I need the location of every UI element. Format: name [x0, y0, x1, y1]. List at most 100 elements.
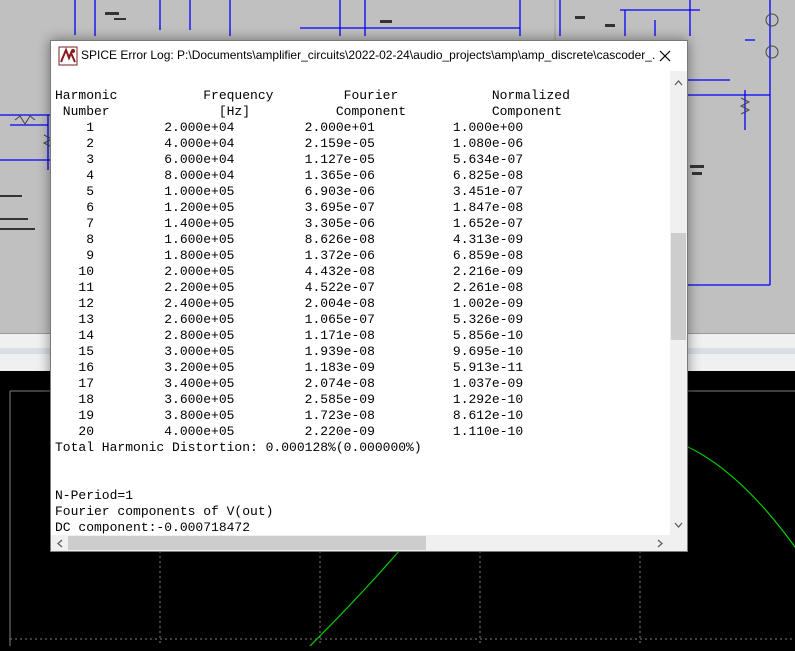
table-row: 15 3.000e+05 1.939e-08 9.695e-10 [55, 344, 523, 359]
vertical-scrollbar[interactable] [670, 71, 687, 536]
fourier-component-cell: 4.522e-07 [234, 280, 375, 295]
frequency-cell: 2.400e+05 [94, 296, 235, 311]
fourier-component-cell: 2.220e-09 [234, 424, 375, 439]
harmonic-number-cell: 13 [55, 312, 95, 327]
log-content[interactable]: Harmonic Frequency Fourier Normalized Nu… [52, 71, 669, 536]
normalized-component-cell: 1.037e-09 [374, 376, 524, 391]
log-text: Harmonic Frequency Fourier Normalized Nu… [52, 71, 669, 536]
normalized-component-cell: 8.612e-10 [374, 408, 524, 423]
harmonic-number-cell: 16 [55, 360, 95, 375]
fourier-component-cell: 3.695e-07 [234, 200, 375, 215]
spice-error-log-dialog: SPICE Error Log: P:\Documents\amplifier_… [50, 40, 688, 552]
normalized-component-cell: 1.292e-10 [374, 392, 524, 407]
frequency-cell: 1.000e+05 [94, 184, 235, 199]
frequency-cell: 1.400e+05 [94, 216, 235, 231]
horizontal-scrollbar[interactable] [51, 535, 670, 551]
harmonic-number-cell: 11 [55, 280, 95, 295]
harmonic-number-cell: 6 [55, 200, 95, 215]
normalized-component-cell: 1.080e-06 [374, 136, 524, 151]
horizontal-scroll-thumb[interactable] [68, 536, 426, 550]
scroll-right-icon[interactable] [651, 535, 668, 551]
table-row: 14 2.800e+05 1.171e-08 5.856e-10 [55, 328, 523, 343]
normalized-component-cell: 1.000e+00 [374, 120, 524, 135]
title-bar[interactable]: SPICE Error Log: P:\Documents\amplifier_… [51, 41, 687, 71]
harmonic-number-cell: 3 [55, 152, 95, 167]
waveform-trace-left [309, 549, 401, 647]
frequency-cell: 4.000e+05 [94, 424, 235, 439]
close-icon [659, 50, 671, 62]
scroll-left-icon[interactable] [51, 535, 68, 551]
harmonic-number-cell: 8 [55, 232, 95, 247]
harmonic-number-cell: 7 [55, 216, 95, 231]
fourier-component-cell: 1.065e-07 [234, 312, 375, 327]
table-row: 17 3.400e+05 2.074e-08 1.037e-09 [55, 376, 523, 391]
normalized-component-cell: 1.652e-07 [374, 216, 524, 231]
table-row: 8 1.600e+05 8.626e-08 4.313e-09 [55, 232, 523, 247]
normalized-component-cell: 1.002e-09 [374, 296, 524, 311]
table-header-line2: Number [Hz] Component Component [55, 104, 563, 119]
harmonic-number-cell: 17 [55, 376, 95, 391]
fourier-component-cell: 2.585e-09 [234, 392, 375, 407]
harmonic-number-cell: 10 [55, 264, 95, 279]
frequency-cell: 2.800e+05 [94, 328, 235, 343]
frequency-cell: 3.600e+05 [94, 392, 235, 407]
harmonic-number-cell: 20 [55, 424, 95, 439]
frequency-cell: 2.600e+05 [94, 312, 235, 327]
fourier-component-cell: 1.372e-06 [234, 248, 375, 263]
table-row: 6 1.200e+05 3.695e-07 1.847e-08 [55, 200, 523, 215]
harmonic-number-cell: 12 [55, 296, 95, 311]
normalized-component-cell: 6.859e-08 [374, 248, 524, 263]
fourier-component-cell: 3.305e-06 [234, 216, 375, 231]
waveform-trace-right [685, 445, 795, 548]
normalized-component-cell: 2.216e-09 [374, 264, 524, 279]
normalized-component-cell: 1.110e-10 [374, 424, 524, 439]
frequency-cell: 8.000e+04 [94, 168, 235, 183]
scrollbar-corner [670, 535, 687, 551]
harmonic-number-cell: 18 [55, 392, 95, 407]
fourier-component-cell: 1.183e-09 [234, 360, 375, 375]
scroll-up-icon[interactable] [670, 75, 687, 91]
harmonic-number-cell: 14 [55, 328, 95, 343]
table-row: 10 2.000e+05 4.432e-08 2.216e-09 [55, 264, 523, 279]
table-row: 9 1.800e+05 1.372e-06 6.859e-08 [55, 248, 523, 263]
normalized-component-cell: 5.913e-11 [374, 360, 524, 375]
normalized-component-cell: 3.451e-07 [374, 184, 524, 199]
table-row: 12 2.400e+05 2.004e-08 1.002e-09 [55, 296, 523, 311]
normalized-component-cell: 2.261e-08 [374, 280, 524, 295]
frequency-cell: 4.000e+04 [94, 136, 235, 151]
frequency-cell: 3.400e+05 [94, 376, 235, 391]
frequency-cell: 3.800e+05 [94, 408, 235, 423]
harmonic-number-cell: 4 [55, 168, 95, 183]
fourier-component-cell: 2.000e+01 [234, 120, 375, 135]
table-row: 4 8.000e+04 1.365e-06 6.825e-08 [55, 168, 523, 183]
harmonic-number-cell: 15 [55, 344, 95, 359]
frequency-cell: 1.600e+05 [94, 232, 235, 247]
normalized-component-cell: 1.847e-08 [374, 200, 524, 215]
fourier-component-cell: 1.127e-05 [234, 152, 375, 167]
frequency-cell: 2.000e+04 [94, 120, 235, 135]
fourier-component-cell: 2.004e-08 [234, 296, 375, 311]
normalized-component-cell: 5.634e-07 [374, 152, 524, 167]
fourier-component-cell: 1.171e-08 [234, 328, 375, 343]
table-header-line1: Harmonic Frequency Fourier Normalized [55, 88, 570, 103]
thd-line: Total Harmonic Distortion: 0.000128%(0.0… [55, 440, 422, 455]
close-button[interactable] [643, 41, 687, 71]
table-row: 19 3.800e+05 1.723e-08 8.612e-10 [55, 408, 523, 423]
frequency-cell: 2.200e+05 [94, 280, 235, 295]
table-row: 2 4.000e+04 2.159e-05 1.080e-06 [55, 136, 523, 151]
fourier-component-cell: 8.626e-08 [234, 232, 375, 247]
scroll-down-icon[interactable] [670, 517, 687, 533]
fourier-component-cell: 1.365e-06 [234, 168, 375, 183]
fourier-component-cell: 2.159e-05 [234, 136, 375, 151]
table-row: 3 6.000e+04 1.127e-05 5.634e-07 [55, 152, 523, 167]
vertical-scroll-thumb[interactable] [671, 233, 686, 340]
table-row: 16 3.200e+05 1.183e-09 5.913e-11 [55, 360, 523, 375]
table-row: 18 3.600e+05 2.585e-09 1.292e-10 [55, 392, 523, 407]
fourier-component-cell: 2.074e-08 [234, 376, 375, 391]
normalized-component-cell: 5.326e-09 [374, 312, 524, 327]
frequency-cell: 1.200e+05 [94, 200, 235, 215]
fourier-line: Fourier components of V(out) [55, 504, 274, 519]
normalized-component-cell: 9.695e-10 [374, 344, 524, 359]
frequency-cell: 1.800e+05 [94, 248, 235, 263]
normalized-component-cell: 5.856e-10 [374, 328, 524, 343]
